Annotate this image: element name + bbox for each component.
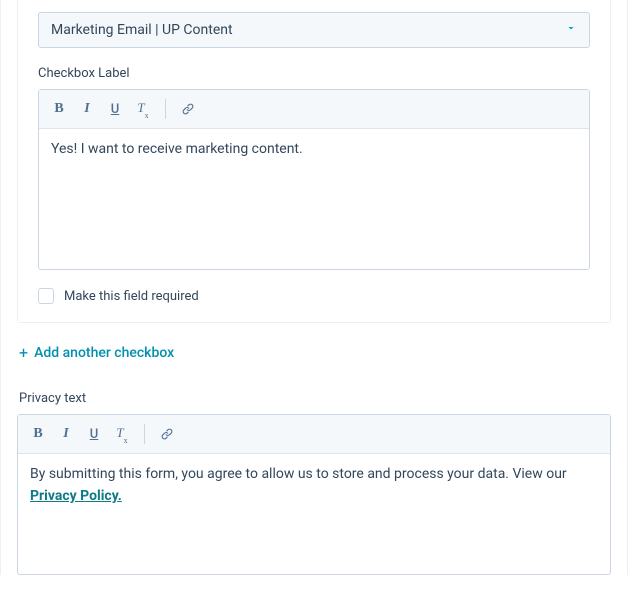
- required-field-row: Make this field required: [38, 288, 590, 304]
- toolbar-divider: [165, 99, 166, 119]
- italic-icon: I: [63, 427, 68, 441]
- required-checkbox-label: Make this field required: [64, 289, 199, 304]
- checkbox-label-heading: Checkbox Label: [38, 66, 590, 81]
- bold-icon: B: [54, 102, 63, 116]
- privacy-body-text: By submitting this form, you agree to al…: [30, 466, 567, 482]
- chevron-down-icon: [565, 22, 577, 38]
- link-icon: [181, 102, 195, 116]
- plus-icon: +: [19, 345, 28, 361]
- privacy-text-textarea[interactable]: By submitting this form, you agree to al…: [18, 454, 610, 574]
- italic-button[interactable]: I: [73, 96, 101, 122]
- bold-icon: B: [33, 427, 42, 441]
- add-checkbox-label: Add another checkbox: [34, 345, 174, 361]
- clear-formatting-button[interactable]: Tx: [108, 421, 136, 447]
- toolbar-divider: [144, 424, 145, 444]
- editor-toolbar: B I U Tx: [39, 90, 589, 129]
- clear-formatting-icon: Tx: [116, 426, 127, 443]
- editor-toolbar: B I U Tx: [18, 415, 610, 454]
- insert-link-button[interactable]: [174, 96, 202, 122]
- required-checkbox[interactable]: [38, 288, 54, 304]
- checkbox-label-textarea[interactable]: Yes! I want to receive marketing content…: [39, 129, 589, 269]
- italic-button[interactable]: I: [52, 421, 80, 447]
- bold-button[interactable]: B: [45, 96, 73, 122]
- link-icon: [160, 427, 174, 441]
- checkbox-label-editor: B I U Tx Yes! I want to receive marketin…: [38, 89, 590, 270]
- underline-icon: U: [111, 103, 120, 116]
- clear-formatting-button[interactable]: Tx: [129, 96, 157, 122]
- underline-icon: U: [90, 428, 99, 441]
- bold-button[interactable]: B: [24, 421, 52, 447]
- privacy-text-editor: B I U Tx By submitting this form, you ag…: [17, 414, 611, 575]
- clear-formatting-icon: Tx: [137, 101, 148, 118]
- underline-button[interactable]: U: [101, 96, 129, 122]
- checkbox-label-content: Yes! I want to receive marketing content…: [51, 141, 303, 157]
- privacy-policy-link[interactable]: Privacy Policy.: [30, 488, 122, 504]
- privacy-text-heading: Privacy text: [19, 391, 611, 406]
- dropdown-selected-label: Marketing Email | UP Content: [51, 22, 233, 38]
- underline-button[interactable]: U: [80, 421, 108, 447]
- italic-icon: I: [84, 102, 89, 116]
- insert-link-button[interactable]: [153, 421, 181, 447]
- add-another-checkbox-button[interactable]: + Add another checkbox: [17, 339, 611, 365]
- checkbox-config-panel: Marketing Email | UP Content Checkbox La…: [17, 0, 611, 323]
- subscription-type-dropdown[interactable]: Marketing Email | UP Content: [38, 12, 590, 48]
